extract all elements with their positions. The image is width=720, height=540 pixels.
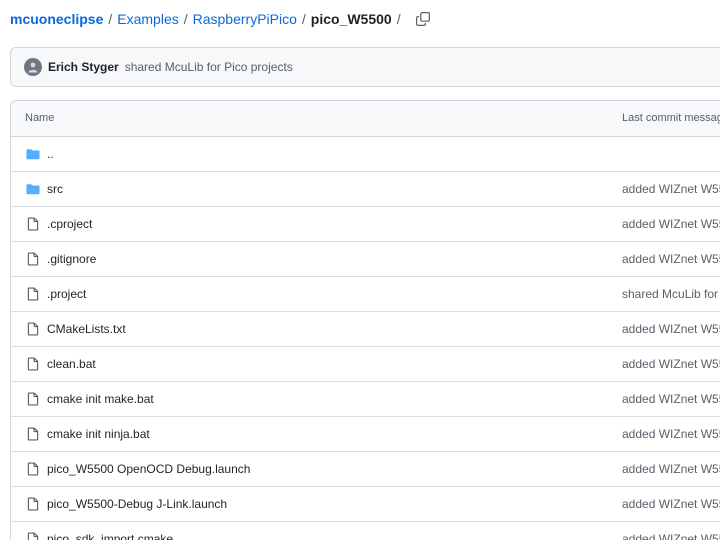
breadcrumb: mcuoneclipse / Examples / RaspberryPiPic… <box>10 9 432 29</box>
file-icon <box>26 217 40 231</box>
file-icon <box>26 462 40 476</box>
file-link[interactable]: CMakeLists.txt <box>47 322 126 336</box>
commit-message-link[interactable]: added WIZnet W55 <box>622 392 720 406</box>
table-row[interactable]: .. <box>11 137 720 172</box>
file-icon <box>26 532 40 540</box>
copy-path-button[interactable] <box>414 10 432 28</box>
commit-message-link[interactable]: added WIZnet W55 <box>622 322 720 336</box>
table-row[interactable]: clean.bat added WIZnet W55 <box>11 347 720 382</box>
file-icon <box>26 427 40 441</box>
column-header-last-commit: Last commit message <box>622 112 720 124</box>
file-link[interactable]: clean.bat <box>47 357 96 371</box>
table-row[interactable]: pico_sdk_import.cmake added WIZnet W55 <box>11 522 720 540</box>
table-row[interactable]: cmake init make.bat added WIZnet W55 <box>11 382 720 417</box>
repo-page: mcuoneclipse / Examples / RaspberryPiPic… <box>0 0 720 540</box>
avatar[interactable] <box>24 58 42 76</box>
file-list: .. src added WIZnet W55 .cproject added WIZn… <box>11 137 720 540</box>
file-link[interactable]: .cproject <box>47 217 92 231</box>
file-link[interactable]: pico_sdk_import.cmake <box>47 532 173 540</box>
commit-message-link[interactable]: added WIZnet W55 <box>622 357 720 371</box>
breadcrumb-link-examples[interactable]: Examples <box>117 11 178 27</box>
folder-icon <box>26 147 40 161</box>
file-icon <box>26 357 40 371</box>
breadcrumb-separator: / <box>108 11 113 27</box>
file-icon <box>26 252 40 266</box>
file-link[interactable]: cmake init ninja.bat <box>47 427 150 441</box>
commit-message-link[interactable]: added WIZnet W55 <box>622 252 720 266</box>
table-row[interactable]: pico_W5500 OpenOCD Debug.launch added WIZ… <box>11 452 720 487</box>
file-icon <box>26 322 40 336</box>
commit-message-link[interactable]: added WIZnet W55 <box>622 532 720 540</box>
commit-message-link[interactable]: added WIZnet W55 <box>622 462 720 476</box>
table-row[interactable]: .cproject added WIZnet W55 <box>11 207 720 242</box>
breadcrumb-separator: / <box>183 11 188 27</box>
table-row[interactable]: cmake init ninja.bat added WIZnet W55 <box>11 417 720 452</box>
breadcrumb-separator: / <box>396 11 401 27</box>
table-row[interactable]: CMakeLists.txt added WIZnet W55 <box>11 312 720 347</box>
file-icon <box>26 287 40 301</box>
folder-link[interactable]: src <box>47 182 63 196</box>
folder-icon <box>26 182 40 196</box>
folder-link[interactable]: .. <box>47 147 54 161</box>
breadcrumb-separator: / <box>301 11 306 27</box>
file-icon <box>26 392 40 406</box>
copy-icon <box>415 12 430 26</box>
file-link[interactable]: pico_W5500 OpenOCD Debug.launch <box>47 462 250 476</box>
breadcrumb-link-raspberrypipico[interactable]: RaspberryPiPico <box>193 11 297 27</box>
table-row[interactable]: pico_W5500-Debug J-Link.launch added WIZn… <box>11 487 720 522</box>
latest-commit-box: Erich Styger shared McuLib for Pico proj… <box>10 47 720 87</box>
file-icon <box>26 497 40 511</box>
file-link[interactable]: .project <box>47 287 86 301</box>
commit-message-link[interactable]: added WIZnet W55 <box>622 182 720 196</box>
commit-message-link[interactable]: added WIZnet W55 <box>622 427 720 441</box>
commit-message-link[interactable]: added WIZnet W55 <box>622 217 720 231</box>
commit-message-link[interactable]: shared McuLib for <box>622 287 718 301</box>
file-link[interactable]: .gitignore <box>47 252 96 266</box>
table-row[interactable]: .gitignore added WIZnet W55 <box>11 242 720 277</box>
table-row[interactable]: src added WIZnet W55 <box>11 172 720 207</box>
breadcrumb-current: pico_W5500 <box>310 11 392 27</box>
file-link[interactable]: pico_W5500-Debug J-Link.launch <box>47 497 227 511</box>
table-header: Name Last commit message <box>11 101 720 137</box>
commit-message-link[interactable]: shared McuLib for Pico projects <box>125 60 293 74</box>
column-header-name: Name <box>25 112 55 124</box>
table-row[interactable]: .project shared McuLib for <box>11 277 720 312</box>
file-table: Name Last commit message .. src added WIZn… <box>10 100 720 540</box>
commit-message-link[interactable]: added WIZnet W55 <box>622 497 720 511</box>
breadcrumb-owner-link[interactable]: mcuoneclipse <box>10 11 103 27</box>
commit-author-link[interactable]: Erich Styger <box>48 60 119 74</box>
user-avatar-icon <box>28 62 38 73</box>
file-link[interactable]: cmake init make.bat <box>47 392 154 406</box>
